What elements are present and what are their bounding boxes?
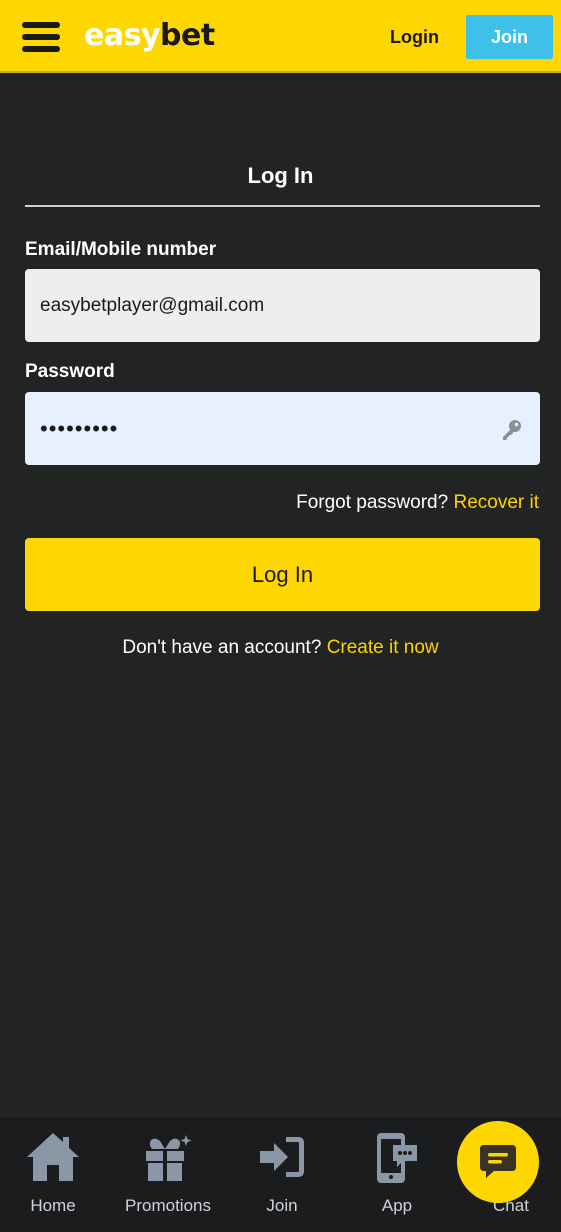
nav-label-app: App	[381, 1196, 413, 1215]
nav-label-home: Home	[30, 1196, 76, 1215]
mobile-app-icon	[377, 1133, 417, 1183]
create-account-link[interactable]: Create it now	[327, 637, 439, 658]
home-icon	[27, 1133, 79, 1181]
nav-label-promotions: Promotions	[125, 1196, 211, 1215]
recover-link[interactable]: Recover it	[453, 492, 539, 513]
logo-text-easy: easy	[84, 18, 161, 53]
hamburger-menu-icon[interactable]	[22, 22, 60, 52]
nav-label-join: Join	[266, 1196, 298, 1215]
chat-button[interactable]	[457, 1121, 539, 1203]
easybet-logo[interactable]: easybet	[84, 14, 215, 58]
nav-item-home[interactable]: Home	[0, 1117, 108, 1232]
title-divider	[25, 205, 540, 207]
password-value: •••••••••	[40, 416, 119, 441]
forgot-password-row: Forgot password? Recover it	[296, 490, 539, 516]
forgot-password-text: Forgot password?	[296, 492, 449, 513]
nav-item-promotions[interactable]: Promotions	[113, 1117, 223, 1232]
logo-text-bet: bet	[160, 18, 215, 53]
email-label: Email/Mobile number	[25, 239, 217, 260]
header-join-button[interactable]: Join	[466, 15, 553, 59]
page-title: Log In	[247, 163, 314, 188]
login-submit-button[interactable]: Log In	[25, 538, 540, 611]
sign-in-icon	[260, 1137, 304, 1177]
email-field[interactable]: easybetplayer@gmail.com	[25, 269, 540, 342]
gift-icon	[146, 1135, 192, 1181]
nav-item-join[interactable]: Join	[227, 1117, 337, 1232]
email-value: easybetplayer@gmail.com	[40, 294, 265, 316]
top-header: easybet Login Join	[0, 0, 561, 73]
signup-prompt: Don't have an account? Create it now	[0, 635, 561, 661]
password-field[interactable]: •••••••••	[25, 392, 540, 465]
nav-item-app[interactable]: App	[342, 1117, 452, 1232]
key-icon[interactable]	[500, 417, 524, 441]
header-login-link[interactable]: Login	[390, 24, 439, 50]
chat-icon	[480, 1145, 516, 1178]
no-account-text: Don't have an account?	[122, 637, 322, 658]
password-label: Password	[25, 361, 115, 382]
